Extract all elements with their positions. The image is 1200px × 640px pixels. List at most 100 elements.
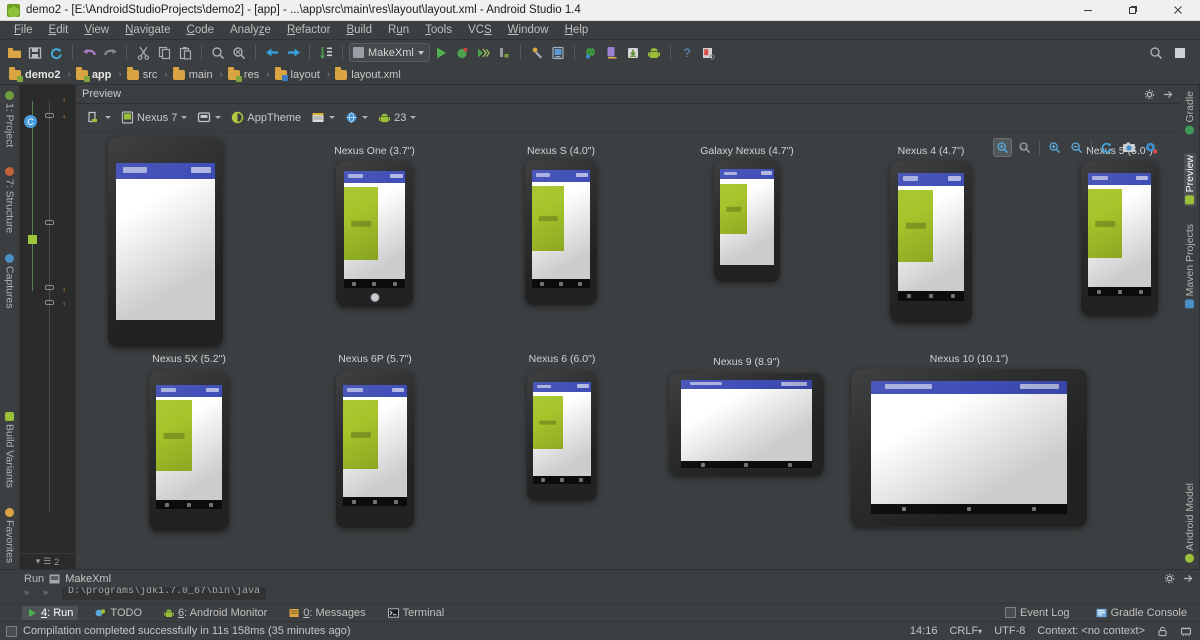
- activity-selector[interactable]: [308, 109, 338, 126]
- device-selector[interactable]: Nexus 7: [118, 109, 190, 126]
- breadcrumb-item-demo2[interactable]: demo2: [6, 68, 65, 82]
- run-icon[interactable]: [431, 43, 451, 63]
- breadcrumb-item-layout[interactable]: layout: [272, 68, 325, 82]
- warning-marker-icon[interactable]: ‹: [63, 285, 66, 294]
- editor-gutter[interactable]: C ‹ ‹ ‹ ‹: [20, 85, 75, 553]
- menu-item-run[interactable]: Run: [380, 22, 417, 38]
- console-gutter-left[interactable]: »: [24, 587, 29, 597]
- status-tab-gradle-console[interactable]: Gradle Console: [1091, 606, 1192, 620]
- device-preview-canvas[interactable]: Nexus One (3.7")Nexus S (4.0")Galaxy Nex…: [76, 132, 1180, 569]
- sync-icon[interactable]: [46, 43, 66, 63]
- avd-manager-icon[interactable]: [548, 43, 568, 63]
- warning-marker-icon[interactable]: ‹: [63, 95, 66, 104]
- status-tab-run[interactable]: 4: Run: [22, 606, 78, 620]
- refresh-icon[interactable]: [1097, 138, 1116, 157]
- replace-icon[interactable]: [229, 43, 249, 63]
- help-icon[interactable]: ?: [677, 43, 697, 63]
- find-icon[interactable]: [208, 43, 228, 63]
- menu-item-window[interactable]: Window: [500, 22, 557, 38]
- status-tab-todo[interactable]: TODO: [90, 606, 147, 620]
- breadcrumb-item-src[interactable]: src: [124, 68, 163, 82]
- status-tab-event-log[interactable]: Event Log: [1000, 606, 1075, 620]
- paste-icon[interactable]: [175, 43, 195, 63]
- menu-item-code[interactable]: Code: [179, 22, 223, 38]
- undo-icon[interactable]: [79, 43, 99, 63]
- back-icon[interactable]: [262, 43, 282, 63]
- hide-icon[interactable]: [1163, 89, 1174, 100]
- sidebar-item-gradle[interactable]: Gradle: [1184, 89, 1196, 137]
- context-indicator[interactable]: Context: <no context>: [1037, 625, 1145, 637]
- hide-icon[interactable]: [1183, 573, 1194, 584]
- device-monitor-icon[interactable]: [602, 43, 622, 63]
- save-all-icon[interactable]: [25, 43, 45, 63]
- sidebar-item-project[interactable]: 1: Project: [4, 89, 16, 149]
- status-tab-messages[interactable]: 0: Messages: [284, 606, 370, 620]
- zoom-out-icon[interactable]: [1067, 138, 1086, 157]
- minimize-button[interactable]: [1065, 0, 1110, 20]
- locale-selector[interactable]: [342, 109, 371, 126]
- fold-marker-icon[interactable]: [45, 113, 54, 118]
- forward-icon[interactable]: [283, 43, 303, 63]
- fold-marker-icon[interactable]: [45, 300, 54, 305]
- globe-icon[interactable]: [581, 43, 601, 63]
- status-message[interactable]: Compilation completed successfully in 11…: [23, 625, 351, 637]
- menu-item-vcs[interactable]: VCS: [460, 22, 500, 38]
- close-button[interactable]: [1155, 0, 1200, 20]
- menu-item-analyze[interactable]: Analyze: [222, 22, 279, 38]
- device-orientation-button[interactable]: [84, 109, 114, 127]
- debug-icon[interactable]: [452, 43, 472, 63]
- android-icon[interactable]: [644, 43, 664, 63]
- maximize-button[interactable]: [1110, 0, 1155, 20]
- menu-item-refactor[interactable]: Refactor: [279, 22, 338, 38]
- sidebar-item-structure[interactable]: 7: Structure: [4, 165, 16, 235]
- layout-inspector-icon[interactable]: [698, 43, 718, 63]
- menu-item-edit[interactable]: Edit: [41, 22, 77, 38]
- run-console[interactable]: » » D:\programs\jdk1.7.0_67\bin\java: [0, 587, 1200, 603]
- warning-marker-icon[interactable]: ‹: [63, 299, 66, 308]
- console-gutter-right[interactable]: »: [43, 587, 48, 597]
- encoding-selector[interactable]: UTF-8: [994, 625, 1025, 637]
- sidebar-item-maven-projects[interactable]: Maven Projects: [1184, 222, 1196, 310]
- sidebar-item-android-model[interactable]: Android Model: [1184, 481, 1196, 565]
- memory-icon[interactable]: [1180, 626, 1192, 637]
- fold-marker-icon[interactable]: [45, 220, 54, 225]
- home-button[interactable]: [370, 293, 379, 302]
- menu-item-help[interactable]: Help: [557, 22, 597, 38]
- sidebar-item-build-variants[interactable]: Build Variants: [4, 410, 16, 490]
- editor-scroll-rail[interactable]: [49, 101, 50, 513]
- sidebar-item-preview[interactable]: Preview: [1184, 153, 1196, 206]
- theme-selector[interactable]: AppTheme: [228, 109, 304, 126]
- zoom-in-icon[interactable]: [1045, 138, 1064, 157]
- api-level-selector[interactable]: 23: [375, 109, 419, 126]
- menu-item-view[interactable]: View: [76, 22, 117, 38]
- stop-icon[interactable]: [494, 43, 514, 63]
- open-folder-icon[interactable]: [4, 43, 24, 63]
- sdk-manager-icon[interactable]: [527, 43, 547, 63]
- breadcrumb-item-res[interactable]: res: [225, 68, 264, 82]
- sidebar-item-favorites[interactable]: Favorites: [4, 506, 16, 565]
- copy-icon[interactable]: [154, 43, 174, 63]
- redo-icon[interactable]: [100, 43, 120, 63]
- line-separator-selector[interactable]: CRLF▾: [949, 625, 982, 637]
- editor-fold-count[interactable]: ▾ ☰ 2: [20, 553, 75, 569]
- sort-icon[interactable]: [316, 43, 336, 63]
- menu-item-build[interactable]: Build: [338, 22, 380, 38]
- search-everywhere-icon[interactable]: [1146, 43, 1166, 63]
- gear-icon[interactable]: [1144, 89, 1155, 100]
- fold-marker-icon[interactable]: [45, 285, 54, 290]
- breadcrumb-item-layout-xml[interactable]: layout.xml: [332, 68, 406, 82]
- run-coverage-icon[interactable]: [473, 43, 493, 63]
- menu-item-file[interactable]: File: [6, 22, 41, 38]
- menu-item-tools[interactable]: Tools: [417, 22, 460, 38]
- sidebar-item-captures[interactable]: Captures: [4, 252, 16, 311]
- stripe-icon[interactable]: [1170, 43, 1190, 63]
- api-version-button[interactable]: [194, 109, 224, 126]
- breadcrumb-item-app[interactable]: app: [73, 68, 117, 82]
- breadcrumb-item-main[interactable]: main: [170, 68, 218, 82]
- run-configuration-selector[interactable]: MakeXml: [349, 43, 430, 62]
- android-sync-icon[interactable]: [623, 43, 643, 63]
- zoom-actual-icon[interactable]: 1:1: [1015, 138, 1034, 157]
- gear-icon[interactable]: [1141, 138, 1160, 157]
- lock-icon[interactable]: [1157, 626, 1168, 637]
- status-tab-terminal[interactable]: Terminal: [383, 606, 450, 620]
